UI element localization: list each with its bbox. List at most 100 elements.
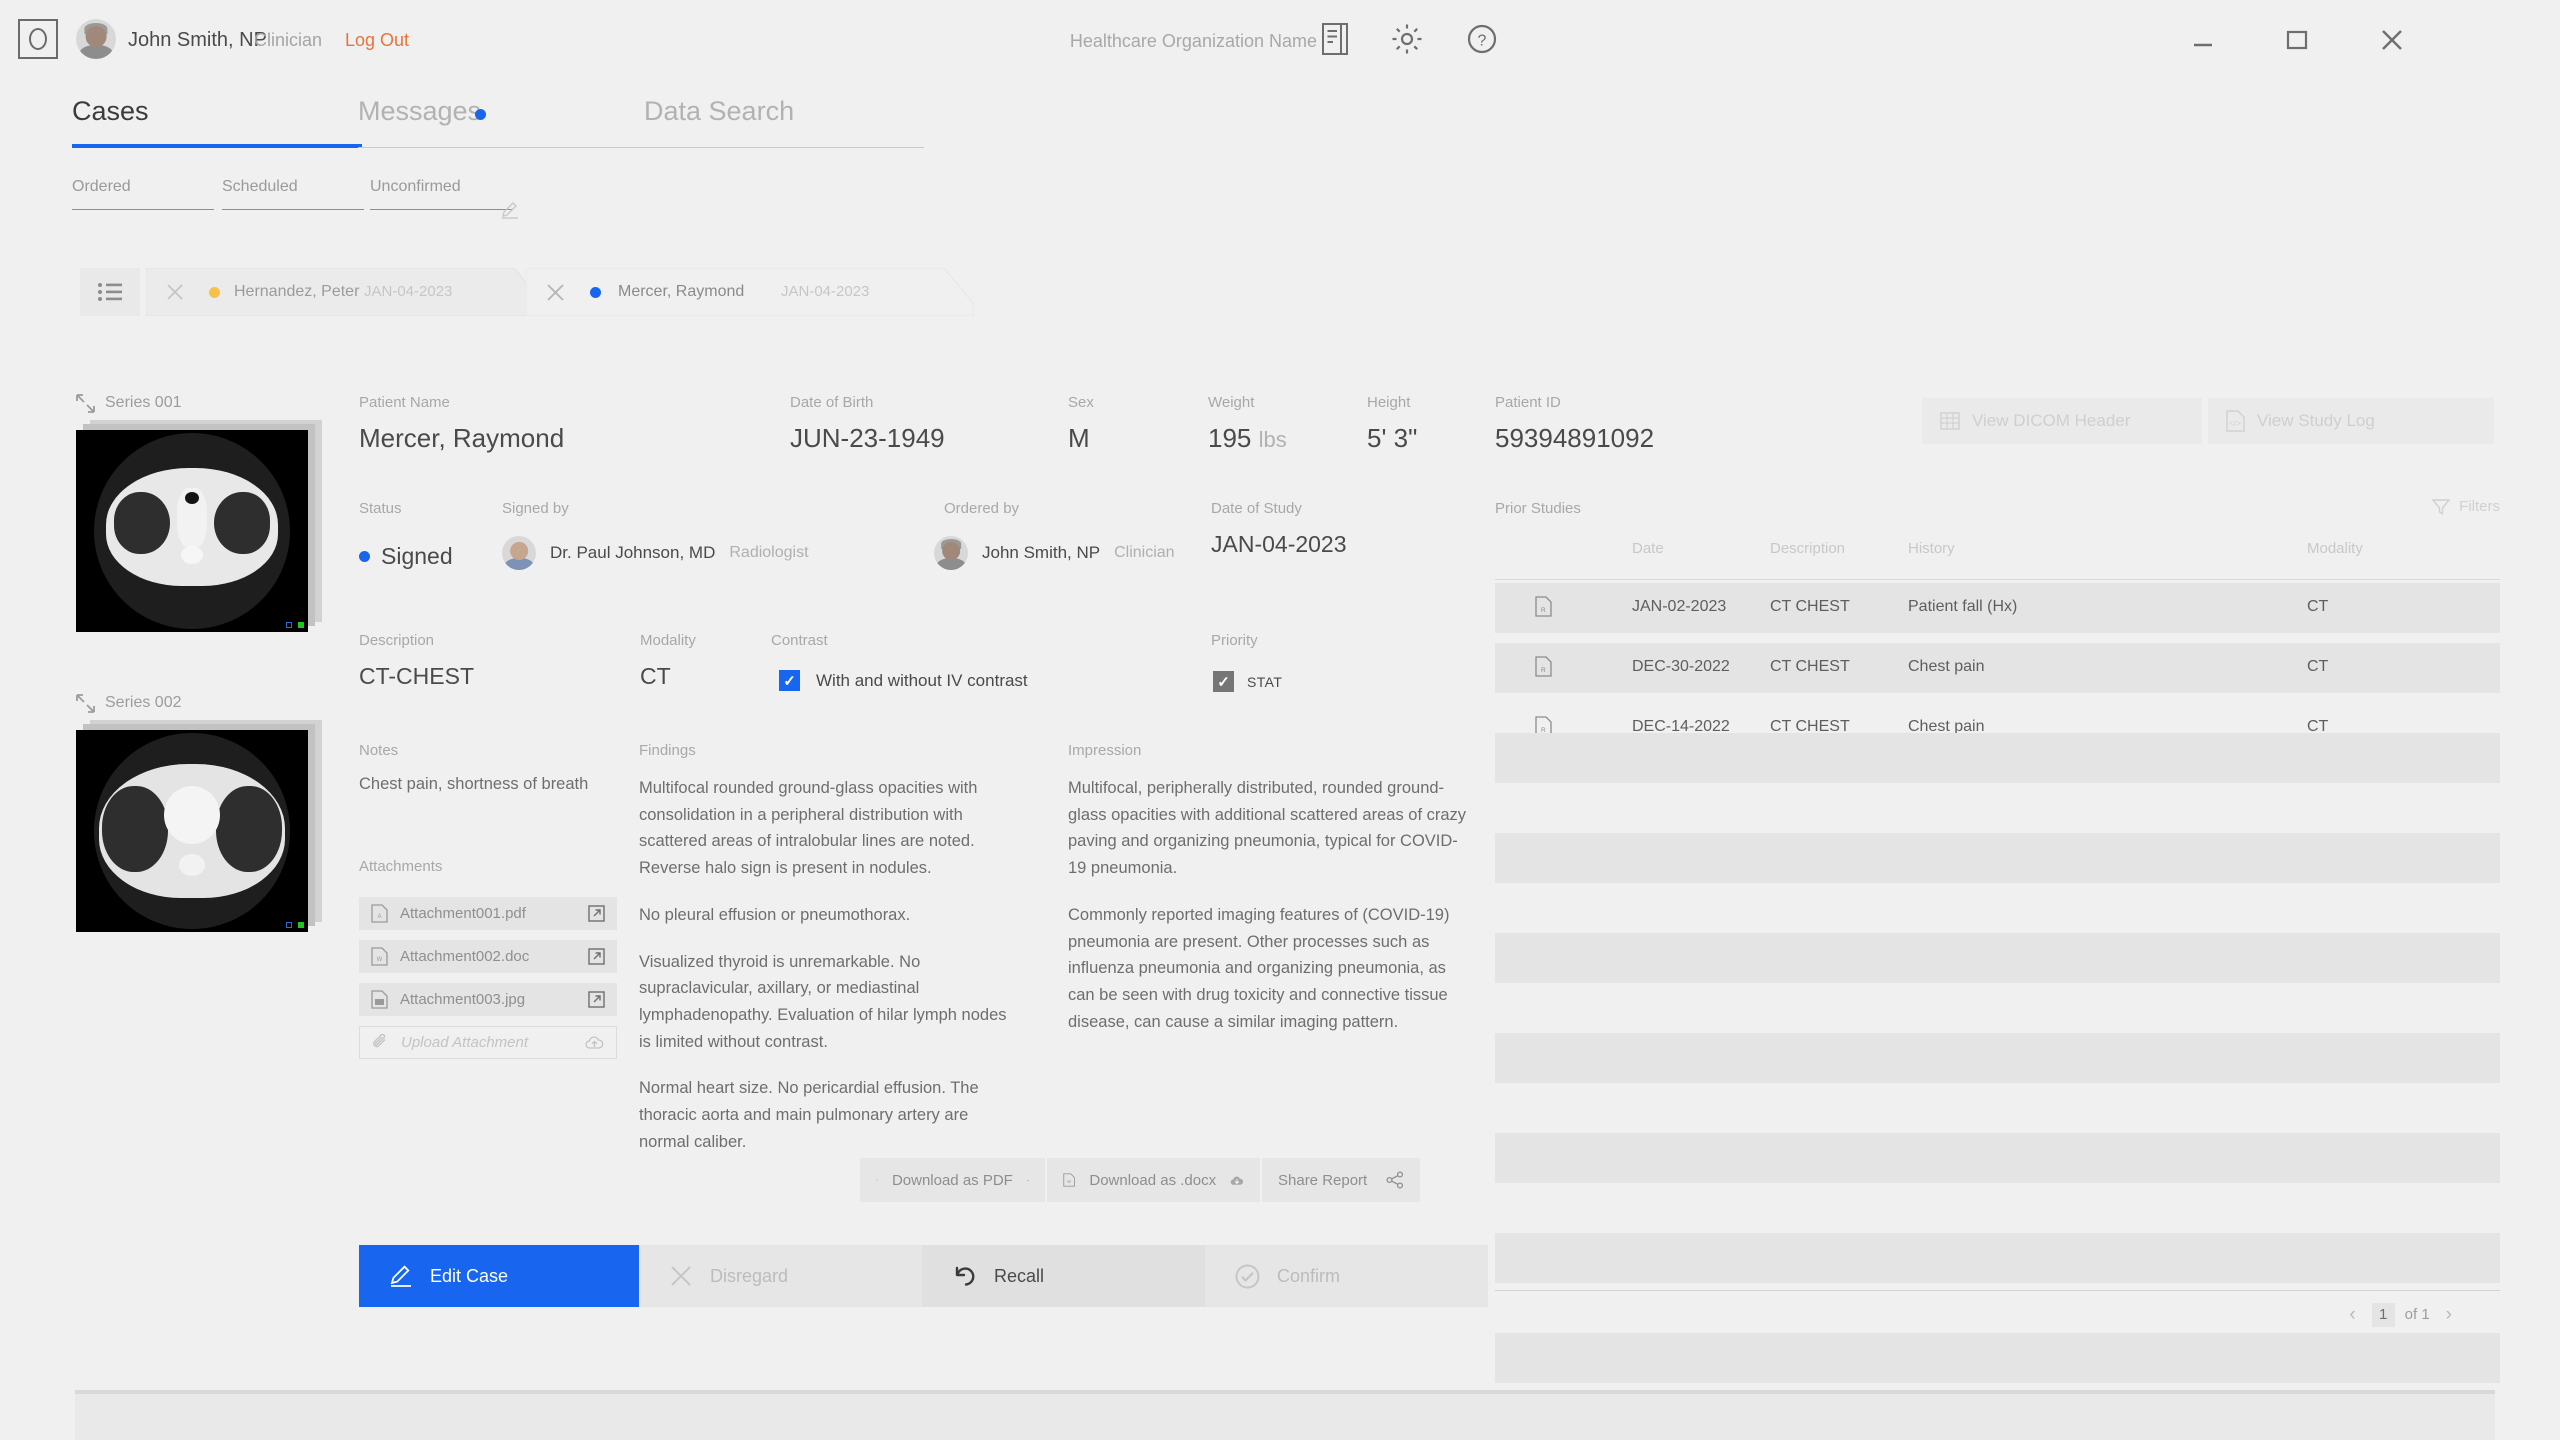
ordered-by-role: Clinician <box>1114 544 1175 561</box>
edit-filters-pencil-icon[interactable] <box>501 201 519 219</box>
pagination: ‹ 1 of 1 › <box>1495 1290 2500 1338</box>
attachment-item[interactable]: A Attachment001.pdf <box>359 897 617 930</box>
table-row[interactable]: R DEC-30-2022 CT CHEST Chest pain CT <box>1495 643 2500 693</box>
recall-button[interactable]: Recall <box>922 1245 1205 1307</box>
study-file-icon: R <box>1535 596 1552 622</box>
document-icon[interactable] <box>1313 17 1357 61</box>
field-patient-id: Patient ID 59394891092 <box>1495 394 1655 453</box>
column-header-description[interactable]: Description <box>1770 540 1845 557</box>
organization-name: Healthcare Organization Name <box>1069 31 1317 51</box>
filter-ordered[interactable]: Ordered <box>72 178 214 210</box>
disregard-label: Disregard <box>710 1265 789 1286</box>
close-tab-icon[interactable] <box>546 283 564 301</box>
filters-label: Filters <box>2459 498 2500 515</box>
open-external-icon <box>588 948 605 965</box>
study-file-icon: R <box>1535 656 1552 682</box>
pencil-icon <box>390 1265 411 1287</box>
priority-checkbox[interactable]: ✓ <box>1213 671 1234 692</box>
disregard-button[interactable]: Disregard <box>639 1245 922 1307</box>
svg-text:W: W <box>1067 1179 1071 1184</box>
series-002-thumbnail[interactable] <box>76 720 322 932</box>
patient-tab-mercer[interactable]: Mercer, Raymond JAN-04-2023 <box>526 268 974 316</box>
svg-text:A: A <box>377 914 381 920</box>
series-001-panel[interactable]: Series 001 <box>76 392 322 642</box>
signed-by-role: Radiologist <box>729 544 809 561</box>
contrast-checkbox-row[interactable]: ✓ With and without IV contrast <box>779 670 1028 691</box>
filters-button[interactable]: Filters <box>2432 498 2500 515</box>
field-height: Height 5' 3" <box>1367 394 1418 453</box>
code-file-icon: </> <box>2226 410 2245 432</box>
expand-icon <box>76 393 95 413</box>
cloud-download-icon <box>1026 1179 1029 1181</box>
tab-cases[interactable]: Cases <box>72 90 362 148</box>
paperclip-icon <box>373 1034 386 1048</box>
tab-data-search[interactable]: Data Search <box>644 90 924 148</box>
attachment-item[interactable]: Attachment003.jpg <box>359 983 617 1016</box>
confirm-button[interactable]: Confirm <box>1205 1245 1488 1307</box>
series-002-panel[interactable]: Series 002 <box>76 692 322 942</box>
weight-unit: lbs <box>1258 427 1287 452</box>
series-001-label: Series 001 <box>105 394 182 411</box>
title-bar: John Smith, NP Clinician Log Out Healthc… <box>0 0 2560 78</box>
table-icon <box>1940 412 1960 430</box>
notes-value: Chest pain, shortness of breath <box>359 775 589 793</box>
maximize-button[interactable] <box>2275 18 2319 62</box>
next-page-button[interactable]: › <box>2440 1304 2458 1326</box>
download-pdf-button[interactable]: A Download as PDF <box>860 1158 1045 1202</box>
case-list-toggle[interactable] <box>80 268 140 316</box>
filter-unconfirmed[interactable]: Unconfirmed <box>370 178 512 210</box>
view-dicom-header-label: View DICOM Header <box>1972 411 2131 430</box>
impression-block: Impression Multifocal, peripherally dist… <box>1068 742 1468 1035</box>
view-study-log-button[interactable]: </> View Study Log <box>2208 398 2494 444</box>
pdf-file-icon: A <box>371 904 388 923</box>
table-row[interactable] <box>1495 1233 2500 1283</box>
patient-tab-date: JAN-04-2023 <box>364 283 453 300</box>
recall-label: Recall <box>994 1265 1045 1286</box>
contrast-value: With and without IV contrast <box>816 670 1028 690</box>
prev-page-button[interactable]: ‹ <box>2343 1304 2361 1326</box>
share-icon <box>1386 1171 1404 1189</box>
close-button[interactable] <box>2370 18 2414 62</box>
table-row[interactable]: R JAN-02-2023 CT CHEST Patient fall (Hx)… <box>1495 583 2500 633</box>
undo-icon <box>955 1266 975 1286</box>
contrast-checkbox[interactable]: ✓ <box>779 670 800 691</box>
attachments-list: A Attachment001.pdf W Attachment002.doc … <box>359 897 617 1069</box>
table-row[interactable] <box>1495 933 2500 983</box>
table-row[interactable] <box>1495 833 2500 883</box>
column-header-modality[interactable]: Modality <box>2307 540 2363 557</box>
image-file-icon <box>371 990 388 1009</box>
column-header-history[interactable]: History <box>1908 540 1955 557</box>
view-dicom-header-button[interactable]: View DICOM Header <box>1922 398 2202 444</box>
patient-tab-hernandez[interactable]: Hernandez, Peter JAN-04-2023 <box>146 268 544 316</box>
report-download-row: A Download as PDF W Download as .docx Sh… <box>860 1158 1422 1202</box>
status-badge: Signed <box>359 543 453 570</box>
word-file-icon: W <box>371 947 388 966</box>
table-row[interactable] <box>1495 1033 2500 1083</box>
prior-studies-table: Prior Studies Filters Date Description H… <box>1495 498 2500 1383</box>
series-001-thumbnail[interactable] <box>76 420 322 632</box>
share-report-button[interactable]: Share Report <box>1262 1158 1420 1202</box>
table-row[interactable] <box>1495 1333 2500 1383</box>
weight-value: 195 <box>1208 423 1252 453</box>
attachment-item[interactable]: W Attachment002.doc <box>359 940 617 973</box>
current-page[interactable]: 1 <box>2371 1302 2395 1327</box>
help-icon[interactable]: ? <box>1460 17 1504 61</box>
priority-checkbox-row[interactable]: ✓ STAT <box>1213 671 1282 692</box>
gear-icon[interactable] <box>1385 17 1429 61</box>
close-tab-icon[interactable] <box>166 283 184 301</box>
table-row[interactable] <box>1495 1133 2500 1183</box>
download-docx-button[interactable]: W Download as .docx <box>1047 1158 1260 1202</box>
field-status: Status <box>359 500 402 517</box>
log-out-link[interactable]: Log Out <box>345 30 409 51</box>
patient-id-value: 59394891092 <box>1495 423 1655 453</box>
edit-case-button[interactable]: Edit Case <box>359 1245 639 1307</box>
minimize-button[interactable] <box>2181 18 2225 62</box>
upload-attachment-button[interactable]: Upload Attachment <box>359 1026 617 1059</box>
tab-messages[interactable]: Messages <box>358 90 648 148</box>
column-header-date[interactable]: Date <box>1632 540 1664 557</box>
attachment-name: Attachment002.doc <box>400 948 530 965</box>
series-001-header: Series 001 <box>76 392 182 414</box>
filter-scheduled[interactable]: Scheduled <box>222 178 364 210</box>
table-row[interactable] <box>1495 733 2500 783</box>
cell-modality: CT <box>2307 598 2329 615</box>
